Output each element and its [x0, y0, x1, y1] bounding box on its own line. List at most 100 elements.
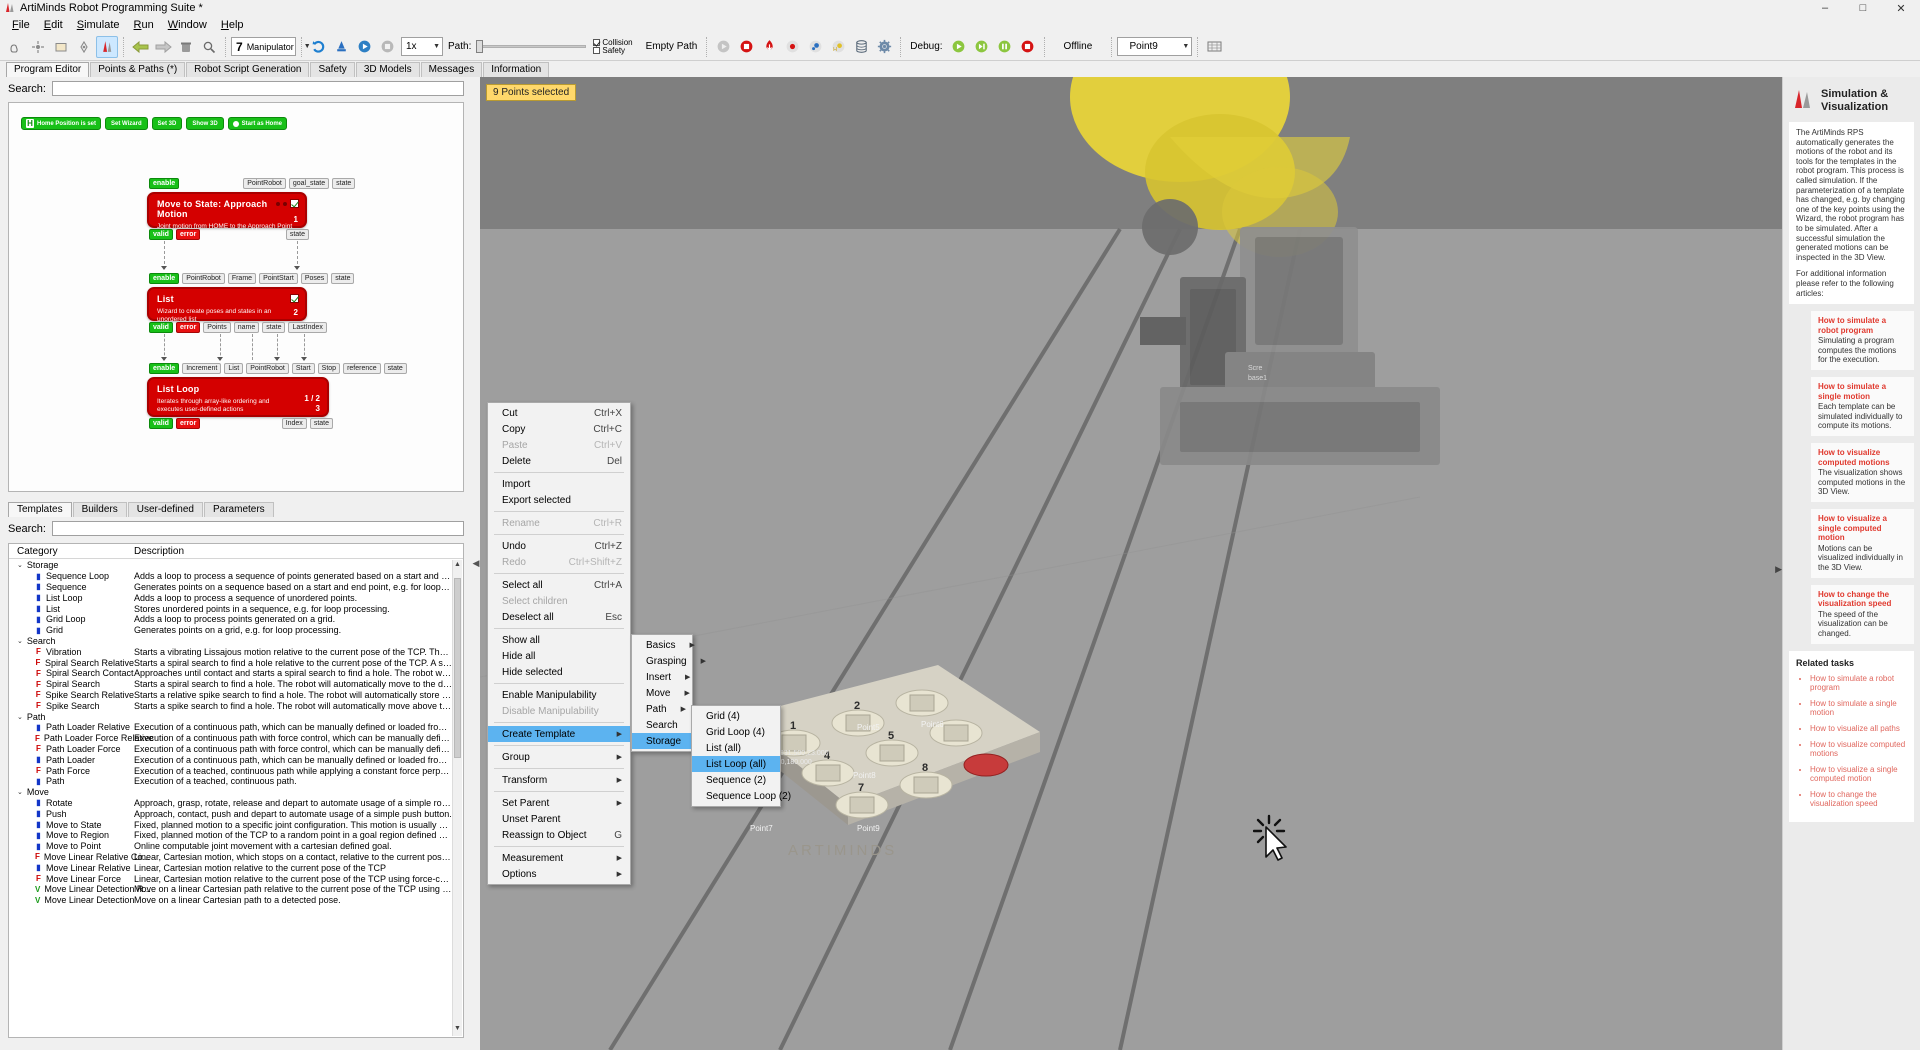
- stop-icon[interactable]: [376, 36, 398, 58]
- 3d-view[interactable]: Scre base1 1 2 4 5 7 8 ARTIMINDS -596.26…: [480, 77, 1782, 1050]
- related-task-link[interactable]: How to simulate a robot program: [1810, 674, 1907, 693]
- column-header-category[interactable]: Category: [9, 546, 134, 557]
- table-row[interactable]: F Spike Search Starts a spike search to fi…: [9, 700, 452, 711]
- related-task-link[interactable]: How to visualize all paths: [1810, 724, 1907, 734]
- record-point-yellow-icon[interactable]: H: [827, 36, 849, 58]
- point-label-point9[interactable]: Point9: [857, 824, 880, 833]
- table-row[interactable]: V Move Linear Detection Move on a linear C…: [9, 895, 452, 906]
- templates-scrollbar[interactable]: ▲ ▼: [452, 560, 462, 1036]
- table-row[interactable]: ▮ Move to State Fixed, planned motion to a…: [9, 819, 452, 830]
- template-block-move-to-state[interactable]: Move to State: Approach Motion Joint mot…: [147, 192, 307, 230]
- teach-icon[interactable]: [758, 36, 780, 58]
- path-slider-knob[interactable]: [476, 40, 484, 53]
- set-wizard-chip[interactable]: Set Wizard: [105, 117, 148, 130]
- tab-robot-script-generation[interactable]: Robot Script Generation: [186, 62, 310, 77]
- help-article-title[interactable]: How to simulate a robot program: [1818, 316, 1907, 335]
- debug-stop-icon[interactable]: [1017, 36, 1039, 58]
- tab-points-paths[interactable]: Points & Paths (*): [90, 62, 186, 77]
- template-group-path[interactable]: ⌄ Path: [9, 711, 452, 722]
- menu-item-measurement[interactable]: Measurement ▶: [488, 850, 630, 866]
- help-article-title[interactable]: How to visualize a single computed motio…: [1818, 514, 1907, 543]
- table-row[interactable]: ▮ Path Loader Relative Execution of a cont…: [9, 722, 452, 733]
- database-icon[interactable]: [850, 36, 872, 58]
- menu-item-cut[interactable]: Cut Ctrl+X: [488, 405, 630, 421]
- record-point-icon[interactable]: [781, 36, 803, 58]
- menu-item-select-all[interactable]: Select all Ctrl+A: [488, 577, 630, 593]
- menu-item-show-all[interactable]: Show all: [488, 632, 630, 648]
- block2-enable-port[interactable]: enable: [149, 273, 180, 284]
- menu-item-storage[interactable]: Storage▶: [632, 733, 700, 749]
- block2-poses-port[interactable]: Poses: [300, 273, 329, 284]
- help-article-card[interactable]: How to visualize a single computed motio…: [1811, 509, 1914, 578]
- tab-program-editor[interactable]: Program Editor: [6, 62, 90, 77]
- block3-valid-port[interactable]: valid: [149, 418, 173, 429]
- menu-item-delete[interactable]: Delete Del: [488, 453, 630, 469]
- chevron-down-icon[interactable]: ⌄: [17, 561, 23, 569]
- help-panel[interactable]: Simulation & Visualization The ArtiMinds…: [1782, 77, 1920, 1050]
- menu-item-grid-4-[interactable]: Grid (4): [692, 708, 780, 724]
- related-task-link[interactable]: How to visualize a single computed motio…: [1810, 765, 1907, 784]
- help-article-card[interactable]: How to change the visualization speed The…: [1811, 584, 1914, 644]
- manipulator-select[interactable]: 7 Manipulator ▼: [231, 37, 311, 56]
- table-row[interactable]: F Path Force Execution of a teached, conti…: [9, 765, 452, 776]
- table-row[interactable]: F Move Linear Force Linear, Cartesian moti…: [9, 873, 452, 884]
- menu-item-reassign-to-object[interactable]: Reassign to Object G: [488, 827, 630, 843]
- table-row[interactable]: ▮ Move Linear Relative Linear, Cartesian m…: [9, 862, 452, 873]
- help-article-title[interactable]: How to visualize computed motions: [1818, 448, 1907, 467]
- menu-item-list-loop-all-[interactable]: List Loop (all): [692, 756, 780, 772]
- menu-item-group[interactable]: Group ▶: [488, 749, 630, 765]
- templates-table[interactable]: Category Description ⌄ Storage ▮ Sequence L…: [8, 543, 464, 1038]
- storage-submenu[interactable]: Grid (4) Grid Loop (4) List (all) List Loop…: [691, 705, 791, 807]
- block3-list-port[interactable]: List: [224, 363, 244, 374]
- menu-help[interactable]: Help: [214, 18, 251, 32]
- hand-tool-icon[interactable]: [4, 36, 26, 58]
- scroll-down-icon[interactable]: ▼: [453, 1025, 462, 1035]
- menu-item-list-all-[interactable]: List (all): [692, 740, 780, 756]
- menu-item-hide-selected[interactable]: Hide selected: [488, 664, 630, 680]
- column-header-description[interactable]: Description: [134, 546, 184, 557]
- back-arrow-icon[interactable]: [129, 36, 151, 58]
- left-panel-collapse-handle[interactable]: ◀: [472, 77, 480, 1050]
- menu-item-undo[interactable]: Undo Ctrl+Z: [488, 538, 630, 554]
- forward-arrow-icon[interactable]: [152, 36, 174, 58]
- template-group-storage[interactable]: ⌄ Storage: [9, 560, 452, 571]
- record-point-blue-icon[interactable]: [804, 36, 826, 58]
- table-row[interactable]: ▮ Sequence Loop Adds a loop to process a s…: [9, 571, 452, 582]
- menu-window[interactable]: Window: [161, 18, 214, 32]
- block3-state-out-port[interactable]: state: [309, 418, 333, 429]
- joint-tool-icon[interactable]: [27, 36, 49, 58]
- 3d-view-collapse-handle[interactable]: ▶: [1775, 564, 1782, 575]
- related-task-link[interactable]: How to change the visualization speed: [1810, 790, 1907, 809]
- tab-user-defined[interactable]: User-defined: [127, 502, 203, 517]
- safety-checkbox-row[interactable]: Safety: [593, 46, 632, 55]
- menu-item-import[interactable]: Import: [488, 476, 630, 492]
- point-label-point8[interactable]: Point8: [853, 771, 876, 780]
- block3-state-port[interactable]: state: [383, 363, 407, 374]
- speed-select[interactable]: 1x ▼: [401, 37, 443, 56]
- panel-tool-icon[interactable]: [50, 36, 72, 58]
- point-select[interactable]: Point9 ▼: [1117, 37, 1193, 56]
- minimize-button[interactable]: –: [1806, 0, 1844, 16]
- block2-valid-port[interactable]: valid: [149, 322, 173, 333]
- block1-state-out-port[interactable]: state: [285, 229, 309, 240]
- chevron-down-icon[interactable]: ⌄: [17, 713, 23, 721]
- block1-goalstate-port[interactable]: goal_state: [288, 178, 330, 189]
- block3-start-port[interactable]: Start: [291, 363, 315, 374]
- help-article-title[interactable]: How to change the visualization speed: [1818, 590, 1907, 609]
- block2-state-out-port[interactable]: state: [262, 322, 286, 333]
- block2-frame-port[interactable]: Frame: [227, 273, 257, 284]
- menu-item-transform[interactable]: Transform ▶: [488, 772, 630, 788]
- run-disabled-icon[interactable]: [712, 36, 734, 58]
- table-row[interactable]: V Move Linear Detection R... Move on a lin…: [9, 884, 452, 895]
- help-article-title[interactable]: How to simulate a single motion: [1818, 382, 1907, 401]
- stop-red-icon[interactable]: [735, 36, 757, 58]
- robot-icon[interactable]: [330, 36, 352, 58]
- program-editor-canvas[interactable]: H Home Position is set Set Wizard Set 3D…: [8, 102, 464, 492]
- table-row[interactable]: F Move Linear Relative Co... Linear, Carte…: [9, 852, 452, 863]
- artiminds-tool-icon[interactable]: [96, 35, 118, 58]
- menu-item-deselect-all[interactable]: Deselect all Esc: [488, 609, 630, 625]
- block1-enable-port[interactable]: enable: [149, 178, 180, 189]
- debug-step-icon[interactable]: [971, 36, 993, 58]
- tab-builders[interactable]: Builders: [72, 502, 127, 517]
- point-label-point6[interactable]: Point6: [921, 720, 944, 729]
